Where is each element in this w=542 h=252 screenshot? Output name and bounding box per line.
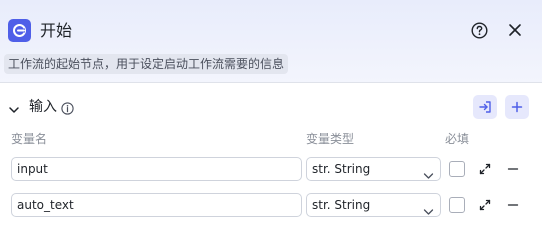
question-circle-icon[interactable] bbox=[469, 20, 489, 40]
column-header-name: 变量名 bbox=[11, 132, 48, 146]
variable-row: str. String bbox=[0, 193, 542, 217]
chevron-down-icon bbox=[423, 165, 434, 179]
expand-icon[interactable] bbox=[478, 198, 492, 212]
start-node-panel: 开始 工作流的起始节点，用于设定启动工作流需要的信息 输入 变量名 变量类型 必… bbox=[0, 0, 542, 252]
close-icon[interactable] bbox=[505, 20, 525, 40]
import-icon bbox=[478, 100, 492, 114]
chevron-down-icon bbox=[423, 201, 434, 215]
expand-icon[interactable] bbox=[478, 162, 492, 176]
chevron-down-icon[interactable] bbox=[8, 101, 20, 113]
required-checkbox[interactable] bbox=[449, 197, 465, 213]
variable-type-select[interactable]: str. String bbox=[306, 193, 441, 217]
node-description: 工作流的起始节点，用于设定启动工作流需要的信息 bbox=[4, 54, 289, 74]
minus-icon[interactable] bbox=[506, 162, 520, 176]
variable-type-value: str. String bbox=[312, 162, 371, 176]
variable-row: str. String bbox=[0, 157, 542, 181]
variable-name-input[interactable] bbox=[11, 157, 302, 181]
plus-icon bbox=[511, 101, 523, 113]
column-header-required: 必填 bbox=[445, 132, 470, 146]
minus-icon[interactable] bbox=[506, 198, 520, 212]
variable-name-input[interactable] bbox=[11, 193, 302, 217]
start-node-icon bbox=[8, 19, 31, 42]
node-title: 开始 bbox=[40, 21, 73, 40]
variable-type-select[interactable]: str. String bbox=[306, 157, 441, 181]
variable-type-value: str. String bbox=[312, 198, 371, 212]
column-header-type: 变量类型 bbox=[306, 132, 355, 146]
import-button[interactable] bbox=[473, 95, 497, 119]
node-header: 开始 工作流的起始节点，用于设定启动工作流需要的信息 bbox=[0, 0, 542, 83]
info-circle-icon[interactable] bbox=[61, 100, 74, 115]
inputs-section-header: 输入 bbox=[0, 94, 542, 120]
add-variable-button[interactable] bbox=[505, 95, 529, 119]
inputs-section-title: 输入 bbox=[29, 99, 57, 115]
required-checkbox[interactable] bbox=[449, 161, 465, 177]
